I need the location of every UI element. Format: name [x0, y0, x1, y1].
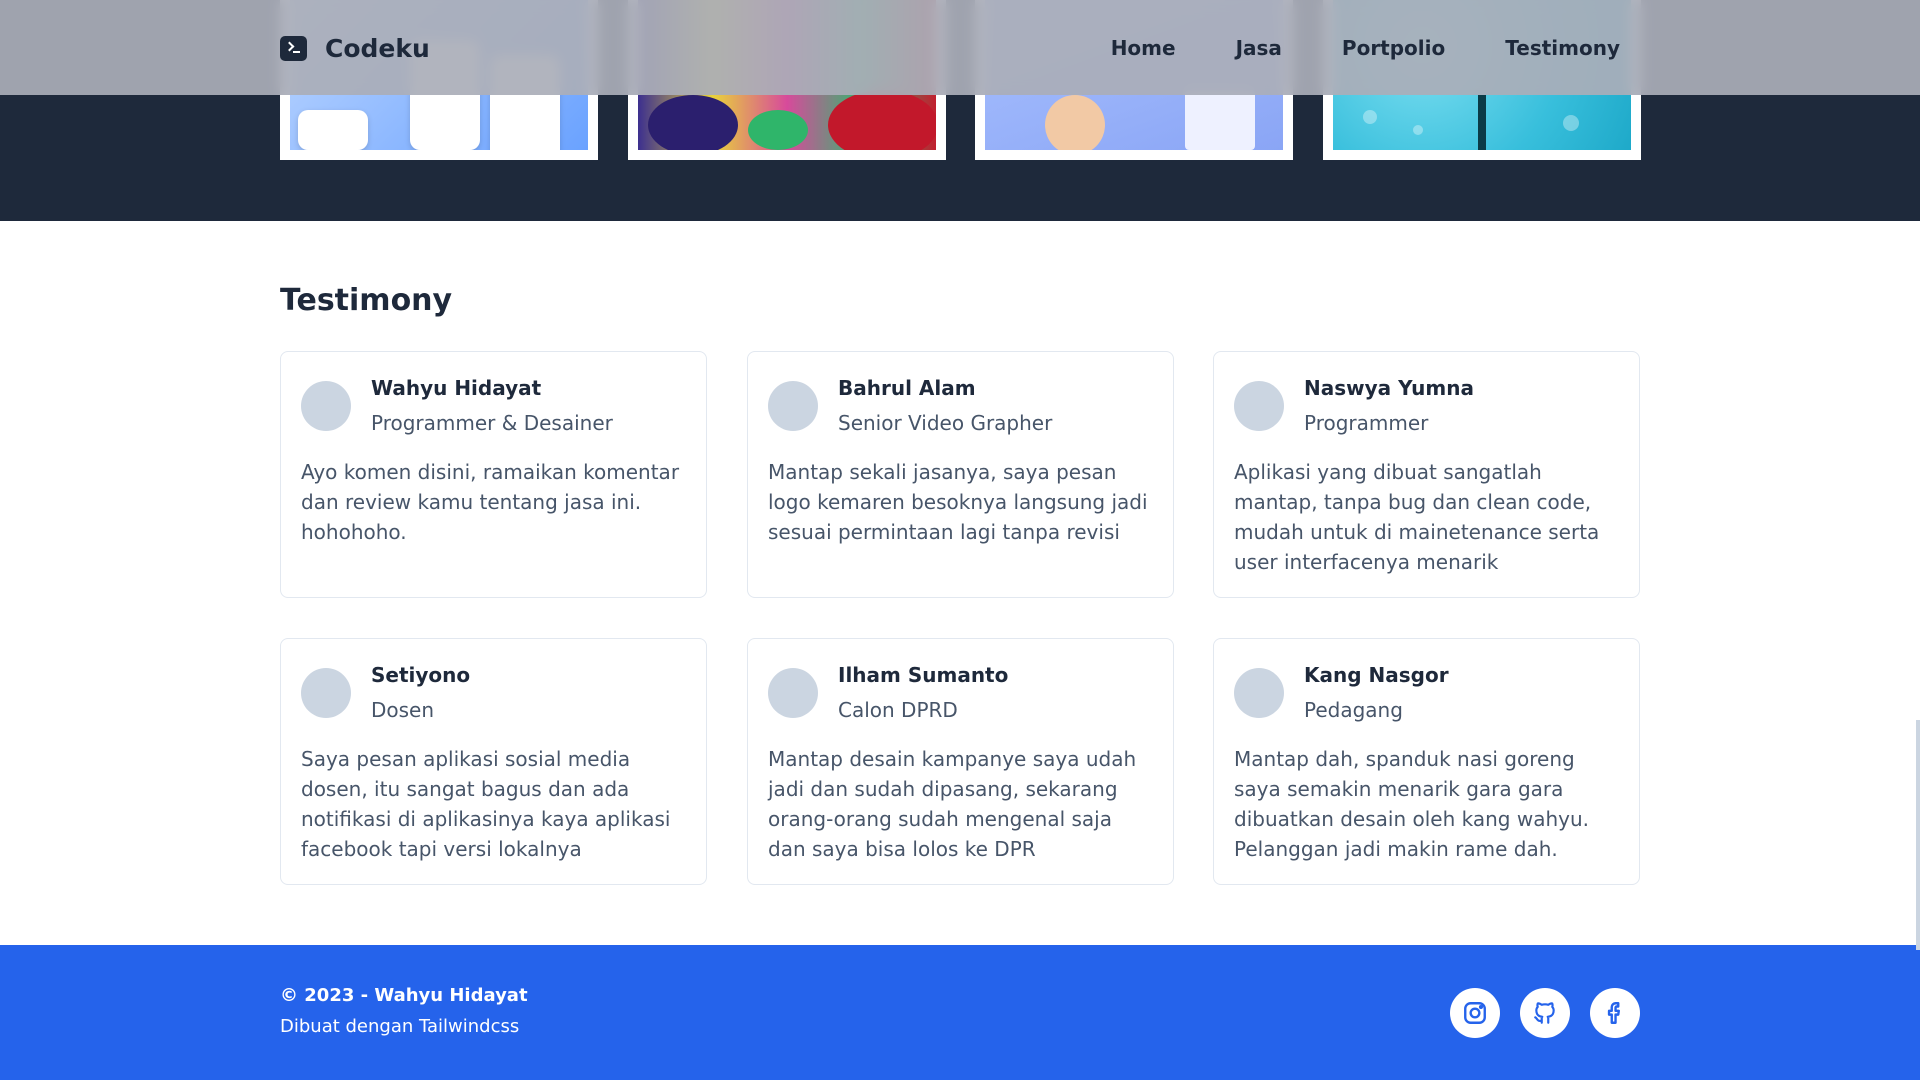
- scrollbar[interactable]: [1916, 720, 1920, 950]
- instagram-icon: [1464, 1002, 1486, 1024]
- avatar: [1234, 668, 1284, 718]
- reviewer-name: Naswya Yumna: [1304, 376, 1474, 400]
- nav-link-portpolio[interactable]: Portpolio: [1342, 36, 1445, 60]
- reviewer-role: Pedagang: [1304, 698, 1403, 722]
- avatar: [1234, 381, 1284, 431]
- avatar: [768, 668, 818, 718]
- nav-link-testimony[interactable]: Testimony: [1505, 36, 1620, 60]
- review-text: Aplikasi yang dibuat sangatlah mantap, t…: [1234, 460, 1600, 574]
- navbar: Codeku Home Jasa Portpolio Testimony: [0, 0, 1920, 95]
- reviewer-role: Programmer & Desainer: [371, 411, 613, 435]
- nav-link-jasa[interactable]: Jasa: [1236, 36, 1282, 60]
- terminal-icon: [280, 36, 307, 61]
- brand-logo[interactable]: Codeku: [280, 34, 430, 63]
- social-links: [1430, 988, 1640, 1038]
- nav-menu: Home Jasa Portpolio Testimony: [1051, 36, 1620, 60]
- review-text: Saya pesan aplikasi sosial media dosen, …: [301, 747, 671, 861]
- reviewer-name: Setiyono: [371, 663, 471, 687]
- avatar: [301, 668, 351, 718]
- nav-link-home[interactable]: Home: [1111, 36, 1176, 60]
- credit-text: Dibuat dengan Tailwindcss: [280, 1016, 520, 1037]
- reviewer-name: Kang Nasgor: [1304, 663, 1449, 687]
- testimony-card: Kang Nasgor Pedagang Mantap dah, spanduk…: [1213, 638, 1640, 885]
- copyright-text: © 2023 - Wahyu Hidayat: [280, 985, 528, 1006]
- avatar: [301, 381, 351, 431]
- reviewer-name: Wahyu Hidayat: [371, 376, 542, 400]
- testimony-card: Bahrul Alam Senior Video Grapher Mantap …: [747, 351, 1174, 598]
- review-text: Mantap desain kampanye saya udah jadi da…: [768, 747, 1137, 861]
- testimony-card: Ilham Sumanto Calon DPRD Mantap desain k…: [747, 638, 1174, 885]
- review-text: Mantap sekali jasanya, saya pesan logo k…: [768, 460, 1148, 544]
- reviewer-role: Dosen: [371, 698, 435, 722]
- brand-name: Codeku: [325, 34, 430, 63]
- review-text: Ayo komen disini, ramaikan komentar dan …: [301, 460, 680, 544]
- footer: © 2023 - Wahyu Hidayat Dibuat dengan Tai…: [0, 945, 1920, 1080]
- reviewer-name: Bahrul Alam: [838, 376, 976, 400]
- github-link[interactable]: [1520, 988, 1570, 1038]
- testimony-card: Naswya Yumna Programmer Aplikasi yang di…: [1213, 351, 1640, 598]
- facebook-icon: [1607, 1002, 1620, 1024]
- github-icon: [1534, 1002, 1555, 1024]
- instagram-link[interactable]: [1450, 988, 1500, 1038]
- avatar: [768, 381, 818, 431]
- reviewer-role: Senior Video Grapher: [838, 411, 1053, 435]
- testimony-card: Setiyono Dosen Saya pesan aplikasi sosia…: [280, 638, 707, 885]
- reviewer-role: Programmer: [1304, 411, 1429, 435]
- reviewer-name: Ilham Sumanto: [838, 663, 1009, 687]
- testimony-card: Wahyu Hidayat Programmer & Desainer Ayo …: [280, 351, 707, 598]
- facebook-link[interactable]: [1590, 988, 1640, 1038]
- section-title: Testimony: [280, 283, 453, 318]
- reviewer-role: Calon DPRD: [838, 698, 958, 722]
- review-text: Mantap dah, spanduk nasi goreng saya sem…: [1234, 747, 1590, 861]
